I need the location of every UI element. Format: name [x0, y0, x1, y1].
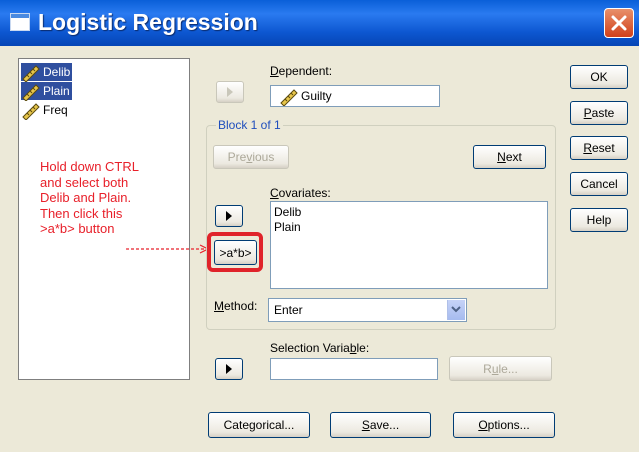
variable-label: Freq [43, 103, 68, 117]
covariate-item[interactable]: Plain [274, 220, 301, 234]
variable-item-freq[interactable]: Freq [21, 101, 70, 121]
ruler-icon [280, 89, 298, 106]
chevron-down-icon[interactable] [447, 300, 465, 320]
dialog-window: Logistic Regression Delib Plain Freq Hol… [0, 0, 639, 452]
variable-label: Plain [41, 82, 72, 100]
arrow-right-icon [227, 87, 233, 97]
options-button[interactable]: Options... [453, 412, 555, 438]
previous-button[interactable]: Pre v ious [213, 145, 289, 169]
dependent-field[interactable]: Guilty [270, 85, 440, 107]
save-button[interactable]: Save... [330, 412, 431, 438]
window-icon [10, 13, 30, 31]
covariate-item[interactable]: Delib [274, 205, 301, 219]
help-button[interactable]: Help [570, 208, 628, 232]
window-title: Logistic Regression [38, 9, 258, 35]
title-bar[interactable]: Logistic Regression [0, 0, 639, 46]
rule-button[interactable]: Rule... [449, 356, 552, 381]
ruler-icon [21, 82, 41, 102]
selection-variable-label: Selection Variable: [270, 341, 370, 355]
variable-item-plain[interactable]: Plain [21, 82, 72, 102]
covariates-list[interactable]: Delib Plain [270, 201, 548, 289]
paste-button[interactable]: Paste [570, 101, 628, 125]
cancel-button[interactable]: Cancel [570, 172, 628, 196]
categorical-button[interactable]: Categorical... [208, 412, 310, 438]
method-label: Method: [214, 299, 258, 313]
ruler-icon [21, 63, 41, 83]
variable-label: Delib [41, 63, 73, 81]
annotation-line: and select both [40, 174, 129, 190]
instruction-annotation: Hold down CTRL and select both Delib and… [40, 159, 190, 237]
next-button[interactable]: Next [473, 145, 546, 169]
arrow-right-icon [226, 364, 232, 374]
annotation-line: >a*b> button [40, 221, 115, 236]
annotation-arrow [126, 244, 210, 254]
variable-item-delib[interactable]: Delib [21, 63, 73, 83]
method-value: Enter [274, 303, 303, 317]
method-select[interactable]: Enter [268, 298, 467, 322]
highlight-box [207, 232, 263, 272]
dependent-value: Guilty [301, 89, 332, 103]
selection-variable-field[interactable] [270, 358, 438, 380]
arrow-right-icon [226, 211, 232, 221]
close-button[interactable] [604, 8, 634, 38]
ok-button[interactable]: OK [570, 65, 628, 89]
annotation-line: Then click this [40, 205, 123, 221]
reset-button[interactable]: Reset [570, 136, 628, 160]
covariates-arrow-button[interactable] [215, 205, 243, 227]
selection-arrow-button[interactable] [215, 358, 243, 380]
dependent-label: Dependent: [270, 64, 333, 78]
covariates-label: Covariates: [270, 186, 331, 200]
ruler-icon [21, 101, 41, 121]
block-title: Block 1 of 1 [216, 118, 283, 132]
close-icon [611, 15, 627, 31]
dependent-arrow-button[interactable] [216, 81, 244, 103]
annotation-line: Delib and Plain. [40, 190, 132, 205]
annotation-line: Hold down CTRL [40, 159, 139, 174]
